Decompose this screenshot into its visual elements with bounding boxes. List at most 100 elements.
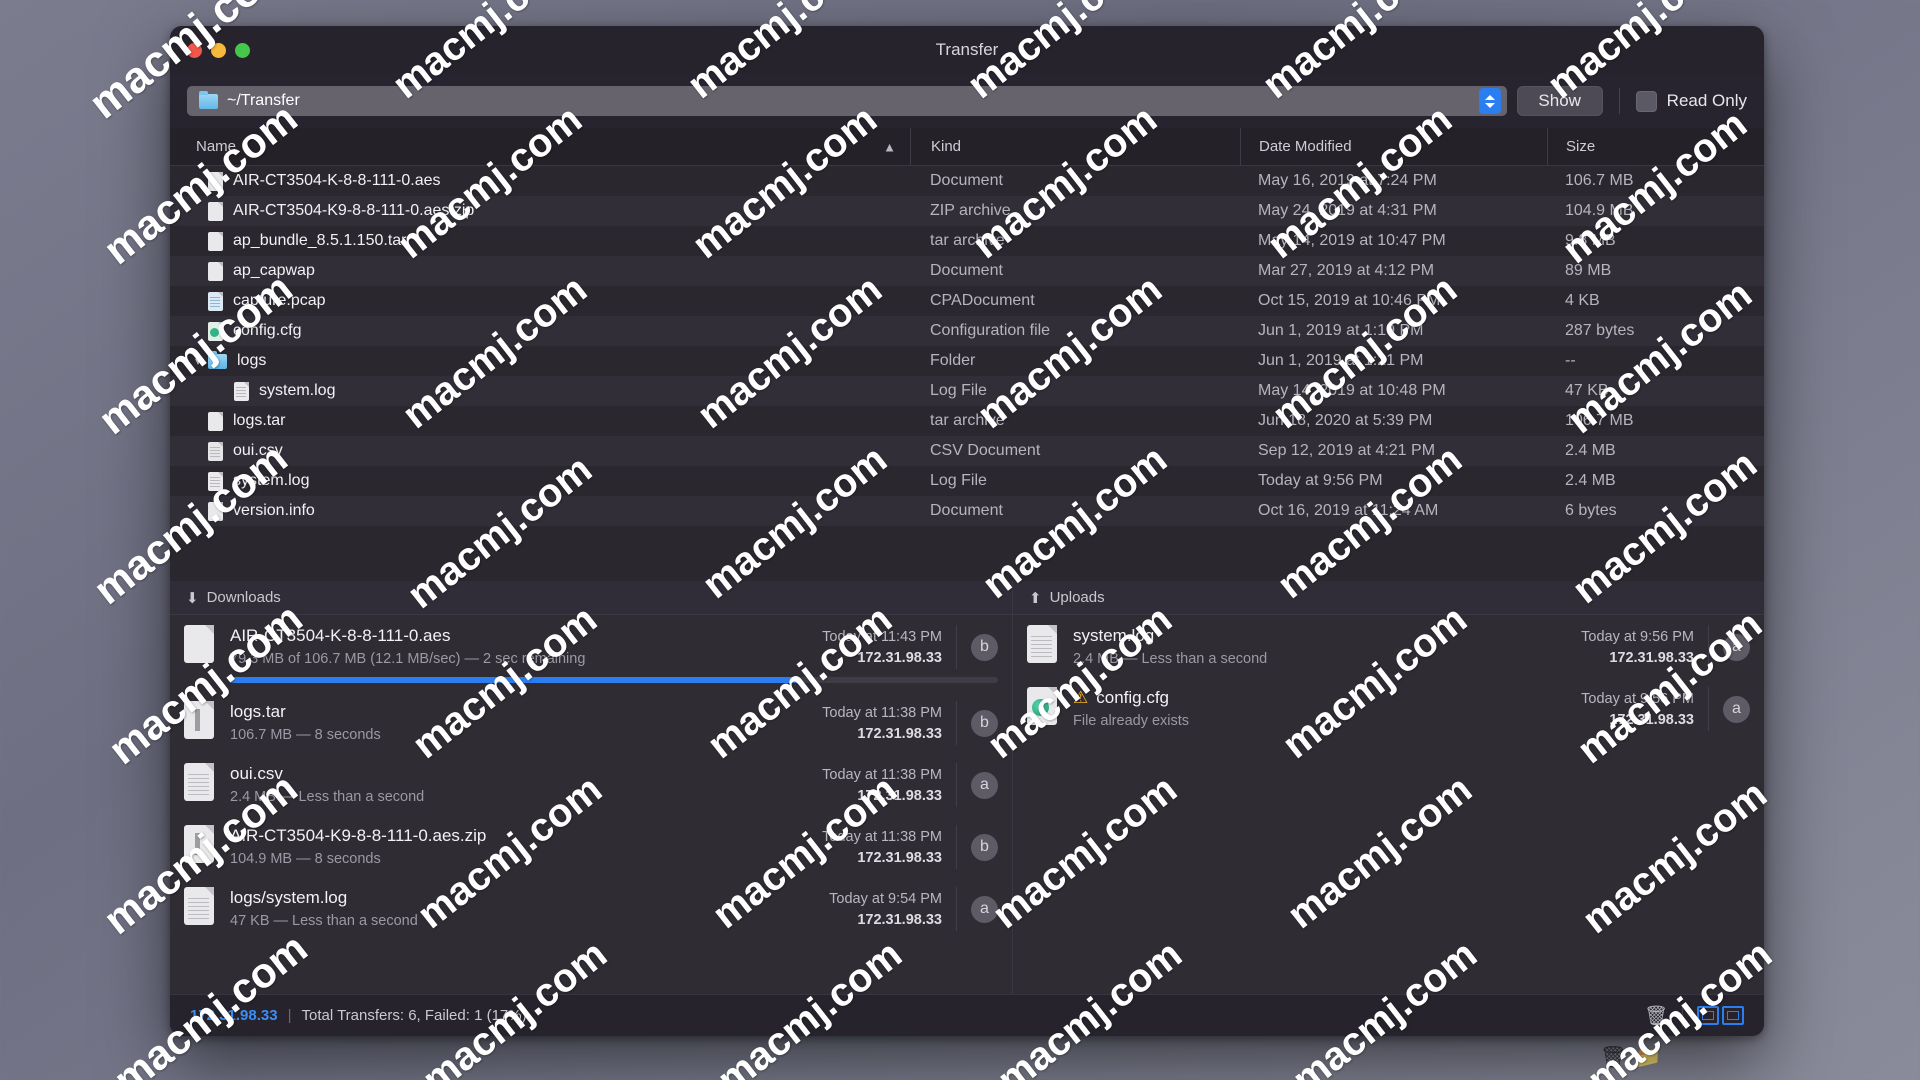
trash-icon[interactable]: 🗑 bbox=[1644, 1004, 1668, 1028]
transfer-item-name-label: config.cfg bbox=[1096, 688, 1169, 707]
transfer-item-badge[interactable]: b bbox=[971, 834, 998, 861]
transfer-window: Transfer ~/Transfer Show Read Only Name … bbox=[170, 26, 1764, 1036]
transfer-item-row: ⚠config.cfgFile already existsToday at 9… bbox=[1027, 687, 1750, 731]
transfer-item-badge[interactable]: b bbox=[971, 710, 998, 737]
file-kind-cell: Document bbox=[910, 166, 1240, 196]
file-size-cell: 89 MB bbox=[1547, 256, 1764, 286]
read-only-toggle[interactable]: Read Only bbox=[1636, 91, 1747, 112]
transfer-item-badge[interactable]: b bbox=[971, 634, 998, 661]
file-name-cell: ▾system.log bbox=[170, 376, 910, 406]
column-header-date[interactable]: Date Modified bbox=[1240, 128, 1547, 165]
path-combobox[interactable]: ~/Transfer bbox=[187, 86, 1507, 116]
file-date-cell: Jun 18, 2020 at 5:39 PM bbox=[1240, 406, 1547, 436]
file-table-body[interactable]: ▾AIR-CT3504-K-8-8-111-0.aesDocumentMay 1… bbox=[170, 166, 1764, 581]
table-row[interactable]: ▾system.logLog FileToday at 9:56 PM2.4 M… bbox=[170, 466, 1764, 496]
transfer-item-meta: Today at 9:56 PM172.31.98.33 bbox=[1581, 625, 1694, 669]
transfer-item-row: oui.csv2.4 MB — Less than a secondToday … bbox=[184, 763, 998, 807]
transfer-item-divider bbox=[956, 625, 957, 669]
panel-right-icon[interactable] bbox=[1722, 1006, 1744, 1025]
download-item[interactable]: AIR-CT3504-K9-8-8-111-0.aes.zip104.9 MB … bbox=[170, 815, 1012, 877]
file-date-cell: Sep 12, 2019 at 4:21 PM bbox=[1240, 436, 1547, 466]
transfer-item-name-label: logs.tar bbox=[230, 702, 286, 721]
panel-toggle-button[interactable] bbox=[1697, 1006, 1744, 1025]
file-kind-cell: tar archive bbox=[910, 406, 1240, 436]
table-row[interactable]: ▾AIR-CT3504-K-8-8-111-0.aesDocumentMay 1… bbox=[170, 166, 1764, 196]
dock-folder-icon: 📁 bbox=[1635, 1046, 1661, 1072]
table-row[interactable]: ▾oui.csvCSV DocumentSep 12, 2019 at 4:21… bbox=[170, 436, 1764, 466]
progress-bar bbox=[230, 677, 998, 683]
transfer-item-badge[interactable]: a bbox=[971, 896, 998, 923]
upload-item[interactable]: ⚠config.cfgFile already existsToday at 9… bbox=[1013, 677, 1764, 739]
file-kind-cell: Log File bbox=[910, 466, 1240, 496]
column-header-name[interactable]: Name ▲ bbox=[170, 128, 910, 165]
file-size-cell: 6 bytes bbox=[1547, 496, 1764, 526]
transfer-item-ip: 172.31.98.33 bbox=[822, 848, 942, 869]
file-name-cell: ▾system.log bbox=[170, 466, 910, 496]
table-row[interactable]: ▾logsFolderJun 1, 2019 at 1:21 PM-- bbox=[170, 346, 1764, 376]
table-row[interactable]: ▾ap_bundle_8.5.1.150.tartar archiveMay 1… bbox=[170, 226, 1764, 256]
transfer-item-ip: 172.31.98.33 bbox=[822, 648, 942, 669]
transfer-panes: ⬇ Downloads AIR-CT3504-K-8-8-111-0.aes79… bbox=[170, 581, 1764, 994]
table-row[interactable]: ▾system.logLog FileMay 14, 2019 at 10:48… bbox=[170, 376, 1764, 406]
file-name-label: logs bbox=[237, 352, 266, 370]
transfer-item-divider bbox=[956, 701, 957, 745]
log-icon bbox=[1027, 625, 1057, 663]
file-table-header: Name ▲ Kind Date Modified Size bbox=[170, 128, 1764, 166]
download-item[interactable]: oui.csv2.4 MB — Less than a secondToday … bbox=[170, 753, 1012, 815]
table-row[interactable]: ▾AIR-CT3504-K9-8-8-111-0.aes.zipZIP arch… bbox=[170, 196, 1764, 226]
uploads-title: Uploads bbox=[1050, 589, 1105, 606]
disclosure-expanded-icon[interactable]: ▾ bbox=[190, 354, 206, 368]
download-item[interactable]: AIR-CT3504-K-8-8-111-0.aes79.3 MB of 106… bbox=[170, 615, 1012, 691]
status-ip: 172.31.98.33 bbox=[190, 1007, 278, 1024]
progress-bar-fill bbox=[230, 677, 798, 683]
file-name-label: AIR-CT3504-K9-8-8-111-0.aes.zip bbox=[233, 202, 474, 220]
document-icon bbox=[208, 262, 223, 281]
transfer-item-name: ⚠config.cfg bbox=[1073, 687, 1581, 709]
file-date-cell: May 14, 2019 at 10:48 PM bbox=[1240, 376, 1547, 406]
transfer-item-info: logs.tar106.7 MB — 8 seconds bbox=[230, 701, 822, 745]
file-size-cell: -- bbox=[1547, 346, 1764, 376]
csv-icon bbox=[184, 763, 214, 801]
table-row[interactable]: ▾logs.tartar archiveJun 18, 2020 at 5:39… bbox=[170, 406, 1764, 436]
file-name-cell: ▾AIR-CT3504-K-8-8-111-0.aes bbox=[170, 166, 910, 196]
chevron-updown-icon[interactable] bbox=[1479, 88, 1501, 114]
transfer-item-time: Today at 11:38 PM bbox=[822, 827, 942, 848]
file-date-cell: Jun 1, 2019 at 1:19 PM bbox=[1240, 316, 1547, 346]
uploads-list[interactable]: system.log2.4 MB — Less than a secondTod… bbox=[1013, 615, 1764, 994]
transfer-item-name: AIR-CT3504-K-8-8-111-0.aes bbox=[230, 625, 822, 647]
column-header-size[interactable]: Size bbox=[1547, 128, 1764, 165]
file-size-cell: 287 bytes bbox=[1547, 316, 1764, 346]
transfer-item-badge[interactable]: a bbox=[1723, 696, 1750, 723]
table-row[interactable]: ▾capture.pcapCPADocumentOct 15, 2019 at … bbox=[170, 286, 1764, 316]
downloads-list[interactable]: AIR-CT3504-K-8-8-111-0.aes79.3 MB of 106… bbox=[170, 615, 1012, 994]
document-icon bbox=[184, 625, 214, 663]
file-kind-cell: Configuration file bbox=[910, 316, 1240, 346]
download-item[interactable]: logs.tar106.7 MB — 8 secondsToday at 11:… bbox=[170, 691, 1012, 753]
file-name-label: system.log bbox=[259, 382, 335, 400]
upload-item[interactable]: system.log2.4 MB — Less than a secondTod… bbox=[1013, 615, 1764, 677]
transfer-item-badge[interactable]: a bbox=[1723, 634, 1750, 661]
transfer-item-detail: 104.9 MB — 8 seconds bbox=[230, 849, 822, 869]
transfer-item-row: AIR-CT3504-K9-8-8-111-0.aes.zip104.9 MB … bbox=[184, 825, 998, 869]
transfer-item-info: logs/system.log47 KB — Less than a secon… bbox=[230, 887, 829, 931]
transfer-item-detail: 79.3 MB of 106.7 MB (12.1 MB/sec) — 2 se… bbox=[230, 649, 822, 669]
table-row[interactable]: ▾ap_capwapDocumentMar 27, 2019 at 4:12 P… bbox=[170, 256, 1764, 286]
download-item[interactable]: logs/system.log47 KB — Less than a secon… bbox=[170, 877, 1012, 939]
download-arrow-icon: ⬇ bbox=[186, 589, 199, 607]
file-name-cell: ▾capture.pcap bbox=[170, 286, 910, 316]
transfer-item-badge[interactable]: a bbox=[971, 772, 998, 799]
file-date-cell: May 14, 2019 at 10:47 PM bbox=[1240, 226, 1547, 256]
transfer-item-name: AIR-CT3504-K9-8-8-111-0.aes.zip bbox=[230, 825, 822, 847]
transfer-item-time: Today at 9:54 PM bbox=[829, 889, 942, 910]
table-row[interactable]: ▾config.cfgConfiguration fileJun 1, 2019… bbox=[170, 316, 1764, 346]
column-header-kind[interactable]: Kind bbox=[910, 128, 1240, 165]
csv-icon bbox=[208, 442, 223, 461]
transfer-item-meta: Today at 11:43 PM172.31.98.33 bbox=[822, 625, 942, 669]
read-only-label: Read Only bbox=[1667, 91, 1747, 111]
show-button[interactable]: Show bbox=[1517, 86, 1603, 116]
file-name-label: AIR-CT3504-K-8-8-111-0.aes bbox=[233, 172, 441, 190]
read-only-checkbox[interactable] bbox=[1636, 91, 1657, 112]
table-row[interactable]: ▾version.infoDocumentOct 16, 2019 at 11:… bbox=[170, 496, 1764, 526]
panel-left-icon[interactable] bbox=[1697, 1006, 1719, 1025]
file-kind-cell: CSV Document bbox=[910, 436, 1240, 466]
